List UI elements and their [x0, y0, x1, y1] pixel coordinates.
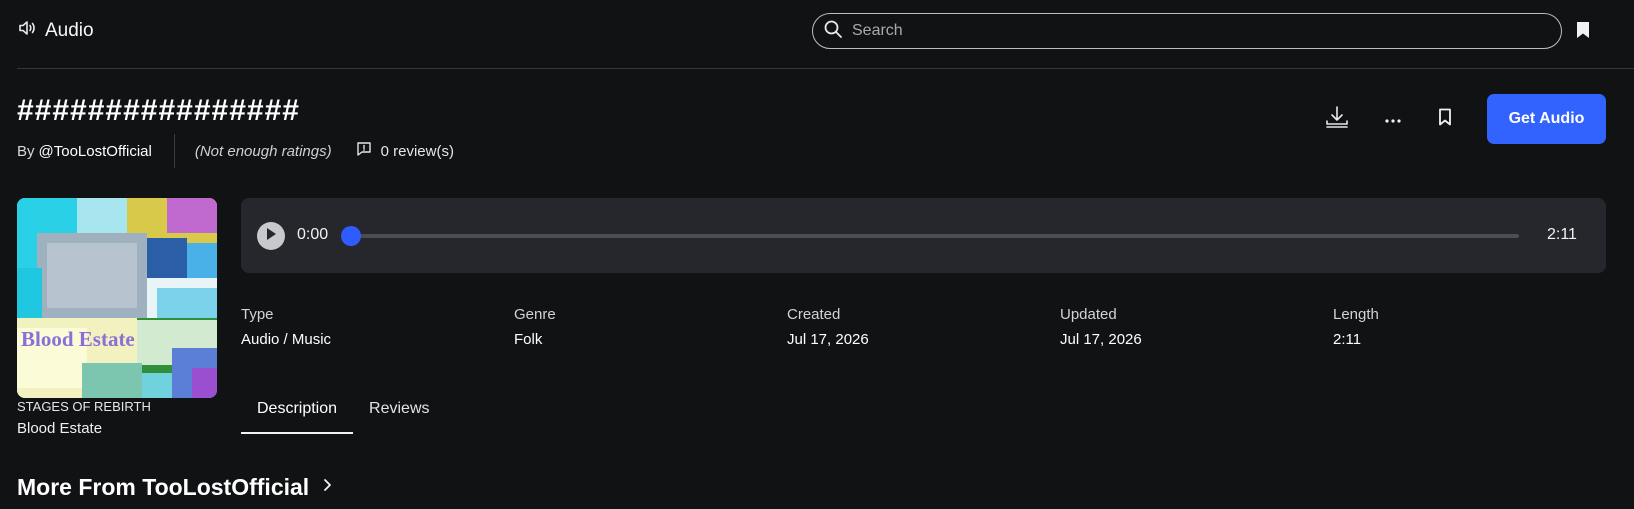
current-time: 0:00	[297, 226, 329, 243]
search-icon	[823, 19, 843, 44]
play-icon	[265, 227, 277, 246]
bookmark-icon	[1576, 22, 1590, 43]
cover-art-text: Blood Estate	[21, 327, 135, 351]
more-options-button[interactable]	[1374, 100, 1412, 138]
meta-divider	[173, 134, 175, 168]
detail-label: Length	[1333, 306, 1379, 323]
detail-value: Audio / Music	[241, 331, 332, 348]
detail-genre: Genre Folk	[514, 306, 556, 348]
download-button[interactable]	[1318, 100, 1356, 138]
detail-length: Length 2:11	[1333, 306, 1379, 348]
chevron-right-icon	[323, 478, 332, 497]
detail-updated: Updated Jul 17, 2026	[1060, 306, 1142, 348]
cover-art: Blood Estate	[17, 198, 217, 398]
by-label: By	[17, 142, 35, 160]
audio-player: 0:00 2:11	[241, 198, 1606, 273]
tab-reviews[interactable]: Reviews	[353, 398, 445, 434]
brand[interactable]: Audio	[17, 18, 94, 43]
cover-title: Blood Estate	[17, 420, 103, 437]
detail-label: Updated	[1060, 306, 1117, 323]
more-from-title: More From TooLostOfficial	[17, 474, 310, 500]
download-icon	[1324, 104, 1350, 135]
asset-details: Type Audio / Music Genre Folk Created Ju…	[241, 306, 1606, 354]
header-bookmark-button[interactable]	[1576, 21, 1590, 44]
cover-subtitle: STAGES OF REBIRTH	[17, 399, 151, 414]
seek-bar[interactable]	[341, 226, 1519, 246]
top-bar: Audio	[0, 0, 1634, 66]
content-tabs: Description Reviews	[241, 398, 446, 434]
tab-description[interactable]: Description	[241, 398, 354, 434]
ratings-text: (Not enough ratings)	[194, 142, 332, 160]
asset-meta: By @TooLostOfficial (Not enough ratings)…	[17, 134, 454, 168]
detail-value: Jul 17, 2026	[787, 331, 869, 348]
detail-label: Genre	[514, 306, 556, 323]
detail-value: Folk	[514, 331, 543, 348]
detail-value: Jul 17, 2026	[1060, 331, 1142, 348]
search-bar[interactable]	[812, 13, 1562, 49]
seek-thumb[interactable]	[341, 226, 361, 246]
more-from-link[interactable]: More From TooLostOfficial	[17, 474, 332, 501]
get-audio-button[interactable]: Get Audio	[1487, 94, 1606, 144]
detail-created: Created Jul 17, 2026	[787, 306, 869, 348]
bookmark-icon	[1438, 108, 1452, 131]
speaker-icon	[17, 18, 37, 43]
detail-value: 2:11	[1333, 331, 1362, 348]
review-icon	[356, 141, 372, 161]
play-button[interactable]	[257, 222, 285, 250]
reviews-count: 0 review(s)	[380, 142, 454, 160]
header-divider	[17, 68, 1634, 69]
asset-title: ################	[17, 94, 300, 127]
asset-actions: Get Audio	[1318, 94, 1606, 144]
app-title: Audio	[45, 19, 94, 41]
more-icon	[1385, 110, 1401, 128]
total-time: 2:11	[1547, 226, 1577, 243]
detail-label: Created	[787, 306, 841, 323]
search-input[interactable]	[852, 22, 1532, 40]
detail-label: Type	[241, 306, 274, 323]
detail-type: Type Audio / Music	[241, 306, 331, 348]
reviews-link[interactable]: 0 review(s)	[356, 141, 454, 161]
bookmark-button[interactable]	[1426, 100, 1464, 138]
creator-link[interactable]: @TooLostOfficial	[39, 143, 152, 160]
